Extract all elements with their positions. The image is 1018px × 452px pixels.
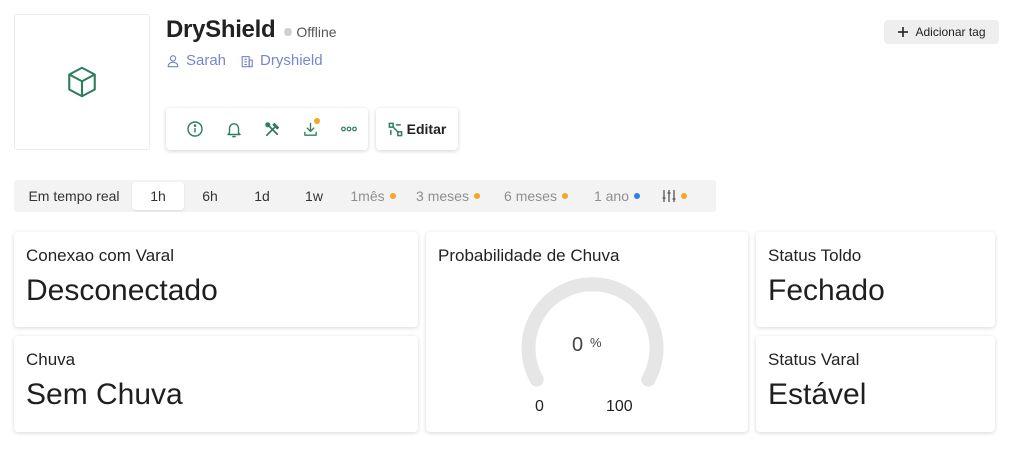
user-icon	[167, 54, 179, 67]
plus-icon	[898, 27, 909, 37]
widget-value: Sem Chuva	[26, 378, 183, 411]
more-button[interactable]	[330, 113, 368, 145]
widget-title: Chuva	[26, 350, 76, 369]
widget-value: Fechado	[768, 274, 885, 307]
tf-label: 1h	[150, 188, 166, 204]
owner-name: Sarah	[186, 52, 227, 69]
tf-realtime[interactable]: Em tempo real	[16, 182, 132, 210]
owner-link[interactable]: Sarah	[166, 52, 226, 69]
device-toolbar	[166, 108, 368, 150]
tf-1h[interactable]: 1h	[132, 182, 184, 210]
widget-conexao: Conexao com Varal Desconectado	[14, 232, 418, 327]
widget-chuva: Chuva Sem Chuva	[14, 336, 418, 432]
tf-custom-filter[interactable]	[652, 182, 696, 210]
tf-6meses[interactable]: 6 meses	[490, 182, 582, 210]
widget-title: Conexao com Varal	[26, 246, 175, 265]
edit-label: Editar	[406, 121, 447, 137]
edit-button[interactable]: Editar	[376, 108, 458, 150]
tools-icon	[264, 121, 279, 136]
status-badge: Offline	[284, 23, 337, 40]
info-icon	[187, 121, 203, 137]
building-icon	[241, 55, 253, 67]
tf-3meses[interactable]: 3 meses	[406, 182, 490, 210]
widget-value: Desconectado	[26, 274, 218, 307]
widget-toldo: Status Toldo Fechado	[756, 232, 995, 327]
tf-1mes[interactable]: 1mês	[340, 182, 406, 210]
info-button[interactable]	[176, 113, 214, 145]
status-dot	[284, 27, 293, 36]
add-tag-button[interactable]: Adicionar tag	[884, 20, 999, 44]
gauge-unit: %	[590, 335, 602, 350]
tf-label: 1 ano	[593, 188, 630, 204]
gauge-value: 0	[572, 334, 584, 356]
tf-label: 6 meses	[504, 188, 557, 204]
edit-layout-icon	[388, 122, 402, 136]
download-notification-dot	[313, 118, 320, 124]
gauge	[521, 277, 664, 387]
widget-varal: Status Varal Estável	[756, 336, 995, 432]
group-name: Dryshield	[260, 52, 323, 69]
tf-1w[interactable]: 1w	[288, 182, 340, 210]
tools-button[interactable]	[253, 113, 291, 145]
device-header: DryShield Offline	[166, 16, 337, 44]
bell-icon	[226, 122, 241, 137]
device-meta: Sarah Dryshield	[166, 52, 337, 69]
gauge-track	[521, 277, 664, 387]
group-link[interactable]: Dryshield	[240, 52, 323, 69]
widget-probabilidade: Probabilidade de Chuva 0 % 0 100	[426, 232, 748, 432]
tf-1ano[interactable]: 1 ano	[582, 182, 652, 210]
add-tag-label: Adicionar tag	[915, 25, 986, 39]
tf-label: 1w	[305, 188, 323, 204]
premium-dot	[473, 193, 480, 199]
premium-dot	[389, 193, 396, 199]
tf-label: 6h	[202, 188, 218, 204]
gauge-max: 100	[606, 398, 633, 415]
tf-label: 1mês	[350, 188, 385, 204]
tf-6h[interactable]: 6h	[184, 182, 236, 210]
cube-icon	[68, 66, 96, 98]
tf-label: Em tempo real	[28, 188, 120, 204]
device-title: DryShield	[166, 16, 276, 43]
sliders-icon	[662, 190, 675, 202]
widget-value: Estável	[768, 378, 867, 411]
premium-dot	[680, 193, 687, 199]
widget-title: Status Toldo	[768, 246, 862, 265]
tf-label: 3 meses	[416, 188, 469, 204]
device-thumbnail	[14, 14, 150, 150]
premium-dot	[561, 193, 568, 199]
status-text: Offline	[296, 23, 337, 40]
widget-title: Status Varal	[768, 350, 860, 369]
alarms-button[interactable]	[214, 113, 252, 145]
timeframe-bar: Em tempo real 1h 6h 1d 1w 1mês 3 meses 6…	[14, 180, 716, 212]
premium-dot	[634, 193, 641, 199]
tf-1d[interactable]: 1d	[236, 182, 288, 210]
download-button[interactable]	[291, 113, 329, 145]
more-icon	[340, 126, 357, 132]
gauge-min: 0	[535, 398, 544, 415]
tf-label: 1d	[254, 188, 270, 204]
